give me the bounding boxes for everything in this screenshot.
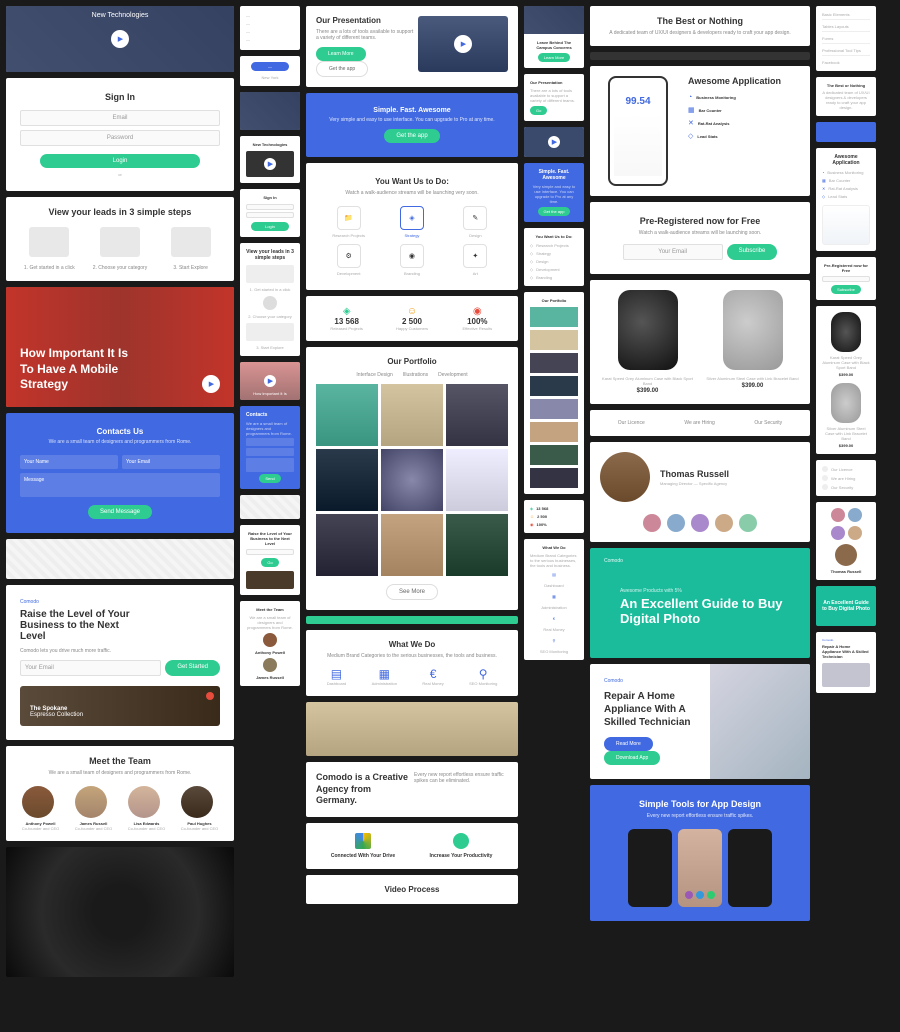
step-img xyxy=(29,227,69,257)
divider xyxy=(306,616,518,624)
tab[interactable]: Interface Design xyxy=(356,372,392,378)
step-img xyxy=(100,227,140,257)
watch-image xyxy=(6,847,234,977)
tools-card: Simple Tools for App DesignEvery new rep… xyxy=(590,785,810,921)
getapp-button[interactable]: Get the app xyxy=(316,61,368,77)
stats-card: ◈13 568Released Projects☺2 500Happy Cust… xyxy=(306,296,518,341)
repair-card: ComodoRepair A Home Appliance With A Ski… xyxy=(590,664,810,779)
guide-card: ComodoAwesome Products with 5%An Excelle… xyxy=(590,548,810,658)
email-field[interactable]: Email xyxy=(20,110,220,126)
raise-card: ComodoRaise the Level of Your Business t… xyxy=(6,585,234,740)
message-input[interactable]: Message xyxy=(20,473,220,497)
productivity-icon xyxy=(453,833,469,849)
signin-card: Sign InEmailPasswordLoginor xyxy=(6,78,234,191)
comodo-card: Comodo is a Creative Agency from Germany… xyxy=(306,762,518,817)
team-card: Meet the TeamWe are a small team of desi… xyxy=(6,746,234,841)
login-button[interactable]: Login xyxy=(40,154,200,168)
tab[interactable]: Development xyxy=(438,372,467,378)
hero-title: New Technologies xyxy=(6,12,234,19)
signin-title: Sign In xyxy=(20,92,220,102)
simple-card: Simple. Fast. AwesomeVery simple and eas… xyxy=(306,93,518,157)
pricing-card: Our LicenceWe are HiringOur Security xyxy=(590,410,810,436)
subscribe-button[interactable]: Subscribe xyxy=(727,244,778,260)
learnmore-button[interactable]: Learn More xyxy=(316,47,366,61)
email-input[interactable]: Your Email xyxy=(623,244,723,260)
whatwedo-card: What We DoMedium Brand Categories to the… xyxy=(306,630,518,696)
lifestyle-image xyxy=(306,702,518,756)
prereg-card: Pre-Registered now for FreeWatch a walk-… xyxy=(590,202,810,274)
leads-card: View your leads in 3 simple steps1. Get … xyxy=(6,197,234,281)
products-card: Karat Speed Grey Aluminum Case with Blac… xyxy=(590,280,810,404)
step-img xyxy=(171,227,211,257)
want-card: You Want Us to Do:Watch a walk-audience … xyxy=(306,163,518,290)
email-input[interactable]: Your Email xyxy=(20,660,161,676)
seemore-button[interactable]: See More xyxy=(386,584,438,600)
getstarted-button[interactable]: Get Started xyxy=(165,660,220,676)
password-field[interactable]: Password xyxy=(20,130,220,146)
readmore-button[interactable]: Read More xyxy=(604,737,653,751)
map[interactable] xyxy=(6,539,234,579)
name-input[interactable]: Your Name xyxy=(20,455,118,469)
mobile-strategy-card: How Important It IsTo Have A MobileStrat… xyxy=(6,287,234,407)
contacts-card: Contacts UsWe are a small team of design… xyxy=(6,413,234,533)
presentation-card: Our PresentationThere are a lots of tool… xyxy=(306,6,518,87)
download-button[interactable]: Download App xyxy=(604,751,660,765)
send-button[interactable]: Send Message xyxy=(88,505,152,519)
email-input[interactable]: Your Email xyxy=(122,455,220,469)
russell-card: Thomas RussellManaging Director — Specif… xyxy=(590,442,810,542)
portfolio-card: Our PortfolioInterface DesignIllustratio… xyxy=(306,347,518,610)
leads-title: View your leads in 3 simple steps xyxy=(16,207,224,217)
repair-image xyxy=(710,664,810,779)
tab[interactable]: Illustrations xyxy=(403,372,428,378)
best-card: The Best or NothingA dedicated team of U… xyxy=(590,6,810,46)
awesome-card: 99.54Awesome Application◔Business Monito… xyxy=(590,66,810,196)
drive-icon xyxy=(355,833,371,849)
getapp-button[interactable]: Get the app xyxy=(384,129,439,143)
